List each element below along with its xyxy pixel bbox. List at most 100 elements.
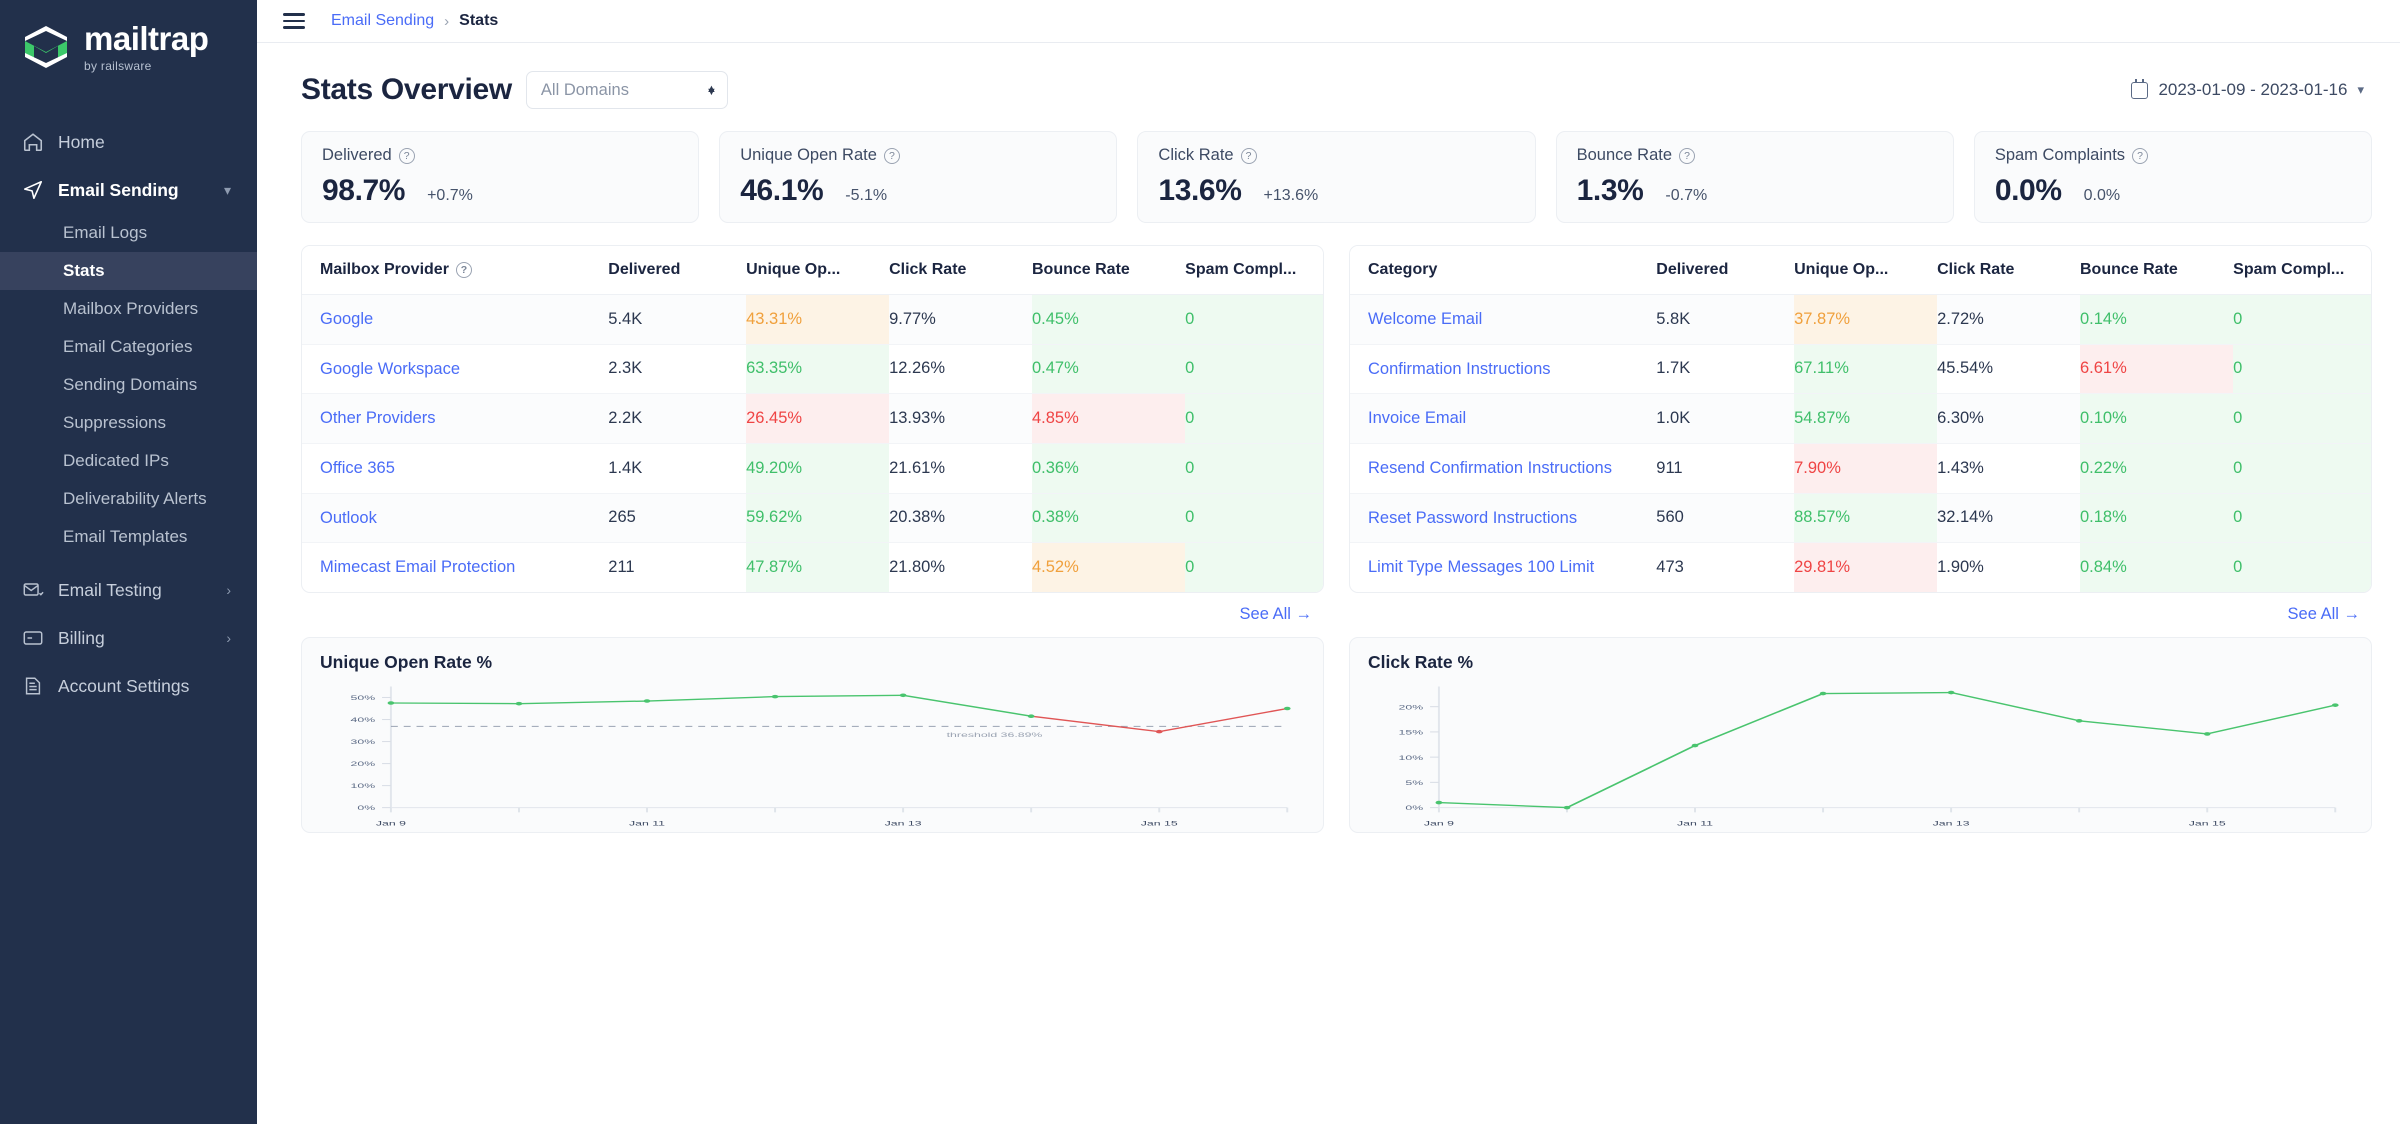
cell-bounce-rate: 0.84% bbox=[2080, 542, 2234, 592]
cell-unique-open: 37.87% bbox=[1794, 294, 1938, 345]
col-delivered[interactable]: Delivered bbox=[1656, 246, 1795, 295]
category-link[interactable]: Invoice Email bbox=[1368, 409, 1466, 427]
question-circle-icon[interactable]: ? bbox=[398, 147, 415, 164]
sidebar-item-label: Stats bbox=[63, 261, 105, 280]
sidebar-item-stats[interactable]: Stats bbox=[0, 252, 257, 290]
sidebar-item-mailbox-providers[interactable]: Mailbox Providers bbox=[0, 290, 257, 328]
date-range-picker[interactable]: 2023-01-09 - 2023-01-16 ▾ bbox=[2131, 78, 2372, 100]
category-link[interactable]: Limit Type Messages 100 Limit bbox=[1368, 558, 1594, 576]
table-row[interactable]: Limit Type Messages 100 Limit 473 29.81%… bbox=[1350, 542, 2371, 592]
table-row[interactable]: Google 5.4K 43.31% 9.77% 0.45% 0 bbox=[302, 294, 1323, 345]
question-circle-icon[interactable]: ? bbox=[1679, 147, 1696, 164]
category-link[interactable]: Confirmation Instructions bbox=[1368, 360, 1551, 378]
main-area: Email Sending › Stats Stats Overview All… bbox=[257, 0, 2400, 1124]
svg-text:Jan 11: Jan 11 bbox=[1677, 820, 1713, 827]
col-bounce-rate[interactable]: Bounce Rate bbox=[2080, 246, 2234, 295]
provider-link[interactable]: Outlook bbox=[320, 509, 377, 527]
kpi-value: 98.7% bbox=[322, 174, 406, 207]
col-mailbox-provider[interactable]: Mailbox Provider ? bbox=[302, 246, 609, 295]
col-unique-open[interactable]: Unique Op... bbox=[746, 246, 890, 295]
cell-bounce-rate: 0.36% bbox=[1032, 443, 1186, 494]
domain-filter-select[interactable]: All Domains ▲ ▼ bbox=[525, 71, 728, 109]
table-row[interactable]: Welcome Email 5.8K 37.87% 2.72% 0.14% 0 bbox=[1350, 294, 2371, 345]
chart-card-click-rate: Click Rate % 0% 5% 10% 15% 20% Jan 9 Jan 11 Jan… bbox=[1349, 636, 2372, 835]
category-link[interactable]: Reset Password Instructions bbox=[1368, 509, 1577, 527]
sidebar-item-dedicated-ips[interactable]: Dedicated IPs bbox=[0, 442, 257, 480]
sidebar-item-account-settings[interactable]: Account Settings bbox=[0, 662, 257, 710]
sidebar-item-email-sending[interactable]: Email Sending ▾ bbox=[0, 166, 257, 214]
cell-spam: 0 bbox=[1185, 294, 1323, 345]
cell-delivered: 5.4K bbox=[608, 294, 747, 345]
cell-delivered: 473 bbox=[1656, 557, 1684, 576]
brand-logo[interactable]: mailtrap by railsware bbox=[0, 0, 257, 72]
table-row[interactable]: Resend Confirmation Instructions 911 7.9… bbox=[1350, 443, 2371, 494]
click-rate-chart[interactable]: 0% 5% 10% 15% 20% Jan 9 Jan 11 Jan 13 Jan 15 bbox=[1368, 677, 2353, 835]
col-click-rate[interactable]: Click Rate bbox=[889, 246, 1032, 295]
svg-text:30%: 30% bbox=[351, 739, 376, 746]
sidebar-item-email-logs[interactable]: Email Logs bbox=[0, 214, 257, 252]
provider-link[interactable]: Google Workspace bbox=[320, 360, 460, 378]
category-link[interactable]: Resend Confirmation Instructions bbox=[1368, 459, 1612, 477]
category-link[interactable]: Welcome Email bbox=[1368, 310, 1482, 328]
provider-link[interactable]: Google bbox=[320, 310, 373, 328]
sidebar-item-email-categories[interactable]: Email Categories bbox=[0, 328, 257, 366]
see-all-providers-link[interactable]: See All → bbox=[1240, 605, 1312, 624]
sidebar-item-home[interactable]: Home bbox=[0, 118, 257, 166]
brand-tagline: by railsware bbox=[84, 59, 152, 73]
hamburger-icon[interactable] bbox=[283, 13, 305, 29]
sidebar-item-deliverability-alerts[interactable]: Deliverability Alerts bbox=[0, 480, 257, 518]
kpi-delta: +13.6% bbox=[1263, 187, 1319, 204]
col-spam-complaints[interactable]: Spam Compl... bbox=[2233, 246, 2371, 295]
provider-link[interactable]: Other Providers bbox=[320, 409, 436, 427]
brand-name: mailtrap bbox=[84, 20, 209, 57]
unique-open-rate-chart[interactable]: 0% 10% 20% 30% 40% 50% Jan 9 Jan 11 Jan 13 Jan 15… bbox=[320, 677, 1305, 835]
kpi-card-bounce-rate: Bounce Rate ? 1.3% -0.7% bbox=[1555, 131, 1954, 223]
col-category[interactable]: Category bbox=[1350, 246, 1657, 295]
cell-unique-open: 29.81% bbox=[1794, 542, 1938, 592]
question-circle-icon[interactable]: ? bbox=[2132, 147, 2149, 164]
col-bounce-rate[interactable]: Bounce Rate bbox=[1032, 246, 1186, 295]
sidebar-item-billing[interactable]: Billing › bbox=[0, 614, 257, 662]
col-spam-complaints[interactable]: Spam Compl... bbox=[1185, 246, 1323, 295]
table-row[interactable]: Reset Password Instructions 560 88.57% 3… bbox=[1350, 493, 2371, 544]
mailbox-provider-rows: Google 5.4K 43.31% 9.77% 0.45% 0 Google … bbox=[302, 294, 1323, 592]
mailbox-provider-panel: Mailbox Provider ? Delivered Unique Op..… bbox=[301, 245, 1324, 593]
question-circle-icon[interactable]: ? bbox=[1240, 147, 1257, 164]
sidebar-item-email-templates[interactable]: Email Templates bbox=[0, 518, 257, 556]
cell-bounce-rate: 0.10% bbox=[2080, 393, 2234, 444]
cell-spam: 0 bbox=[1185, 493, 1323, 544]
breadcrumb-parent[interactable]: Email Sending bbox=[331, 12, 434, 30]
provider-link[interactable]: Office 365 bbox=[320, 459, 395, 477]
table-row[interactable]: Other Providers 2.2K 26.45% 13.93% 4.85%… bbox=[302, 393, 1323, 444]
provider-link[interactable]: Mimecast Email Protection bbox=[320, 558, 515, 576]
question-circle-icon[interactable]: ? bbox=[455, 262, 472, 278]
sidebar-item-email-testing[interactable]: Email Testing › bbox=[0, 566, 257, 614]
cell-bounce-rate: 0.45% bbox=[1032, 294, 1186, 345]
calendar-icon bbox=[2131, 78, 2149, 99]
kpi-cards: Delivered ? 98.7% +0.7% Unique Open Rate… bbox=[301, 131, 2373, 223]
cell-click-rate: 2.72% bbox=[1937, 294, 2080, 345]
table-row[interactable]: Office 365 1.4K 49.20% 21.61% 0.36% 0 bbox=[302, 443, 1323, 494]
sidebar-item-suppressions[interactable]: Suppressions bbox=[0, 404, 257, 442]
stats-tables: Mailbox Provider ? Delivered Unique Op..… bbox=[301, 245, 2372, 624]
svg-text:5%: 5% bbox=[1405, 779, 1423, 786]
svg-text:Jan 9: Jan 9 bbox=[1424, 820, 1455, 827]
svg-text:0%: 0% bbox=[357, 805, 375, 812]
col-unique-open[interactable]: Unique Op... bbox=[1794, 246, 1938, 295]
table-row[interactable]: Outlook 265 59.62% 20.38% 0.38% 0 bbox=[302, 493, 1323, 544]
see-all-categories-link[interactable]: See All → bbox=[2288, 605, 2360, 624]
sidebar-item-label: Email Sending bbox=[58, 179, 179, 200]
cell-spam: 0 bbox=[1185, 443, 1323, 494]
breadcrumb: Email Sending › Stats bbox=[331, 12, 498, 30]
table-row[interactable]: Google Workspace 2.3K 63.35% 12.26% 0.47… bbox=[302, 344, 1323, 395]
table-row[interactable]: Mimecast Email Protection 211 47.87% 21.… bbox=[302, 542, 1323, 592]
table-row[interactable]: Confirmation Instructions 1.7K 67.11% 45… bbox=[1350, 344, 2371, 395]
select-stepper-icon: ▲ ▼ bbox=[706, 82, 717, 98]
question-circle-icon[interactable]: ? bbox=[883, 147, 900, 164]
chart-title: Unique Open Rate % bbox=[320, 651, 493, 672]
sidebar-item-sending-domains[interactable]: Sending Domains bbox=[0, 366, 257, 404]
col-delivered[interactable]: Delivered bbox=[608, 246, 747, 295]
cell-spam: 0 bbox=[1185, 393, 1323, 444]
table-row[interactable]: Invoice Email 1.0K 54.87% 6.30% 0.10% 0 bbox=[1350, 393, 2371, 444]
col-click-rate[interactable]: Click Rate bbox=[1937, 246, 2080, 295]
